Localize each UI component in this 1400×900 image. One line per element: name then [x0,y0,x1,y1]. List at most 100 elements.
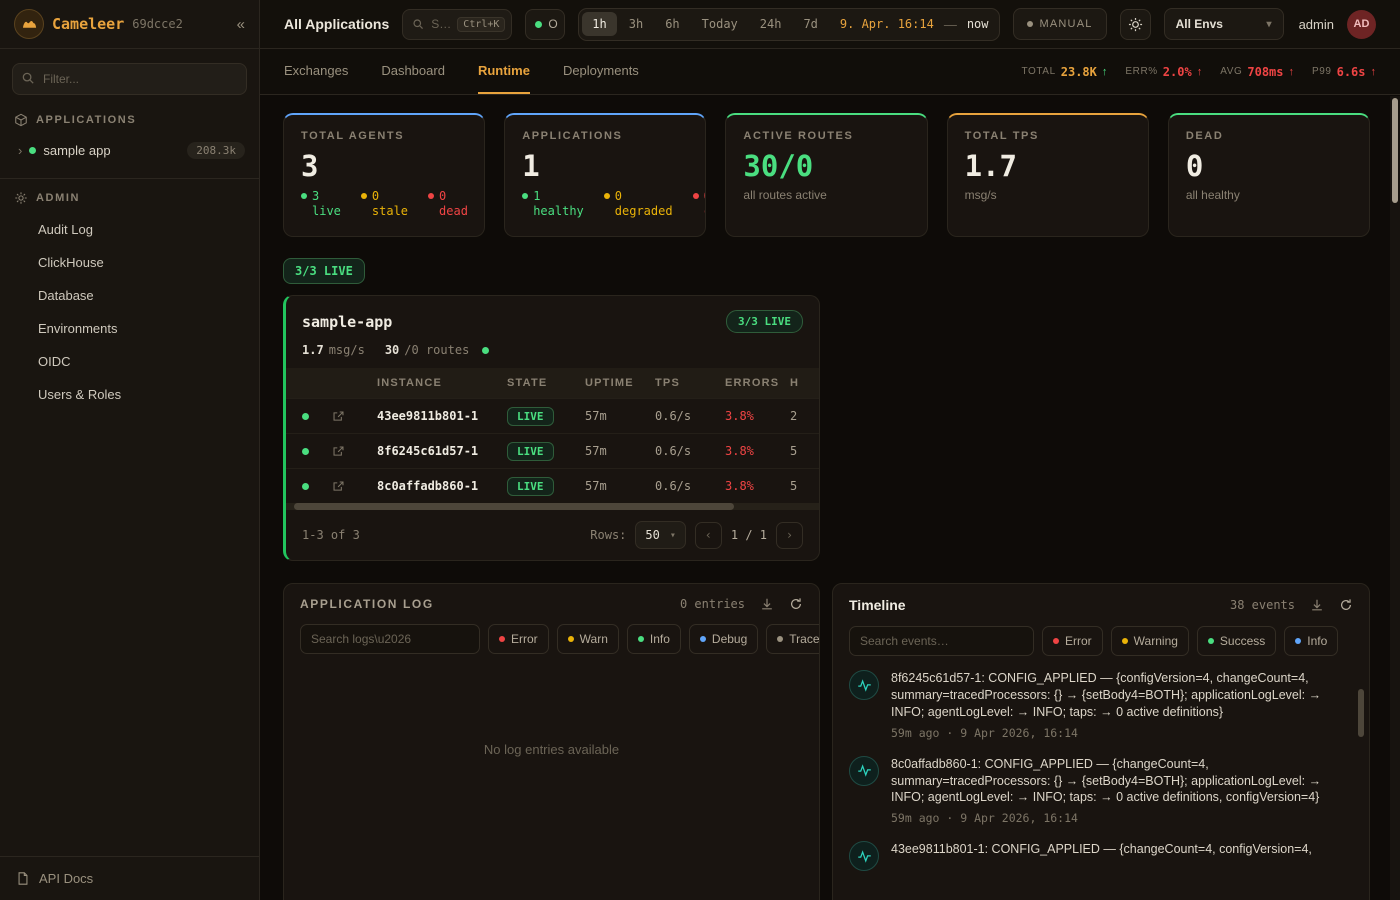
tab-deployments[interactable]: Deployments [563,49,639,94]
table-row[interactable]: 43ee9811b801-1 LIVE 57m 0.6/s 3.8% 2 [286,398,819,433]
breakdown-value: 0 [439,189,468,204]
app-card-header: sample-app 3/3 LIVE [286,296,819,343]
card-title: TOTAL AGENTS [301,130,467,142]
list-item[interactable]: 8f6245c61d57-1: CONFIG_APPLIED — {config… [849,670,1343,740]
page-scrollbar-thumb[interactable] [1392,98,1398,203]
range-button-today[interactable]: Today [692,12,748,36]
sidebar-item-environments[interactable]: Environments [0,312,259,345]
metric-total: TOTAL 23.8K ↑ [1021,65,1107,79]
download-button[interactable] [760,597,774,611]
list-item[interactable]: 8c0affadb860-1: CONFIG_APPLIED — {change… [849,756,1343,826]
yellow-dot-icon [361,193,367,199]
refresh-button[interactable] [1339,598,1353,612]
timeline-search-input[interactable] [849,626,1034,656]
breakdown-dead: 0dead [428,189,468,219]
chip-label: Info [1307,634,1327,648]
tab-exchanges[interactable]: Exchanges [284,49,348,94]
filter-chip-debug[interactable]: Debug [689,624,758,654]
online-dot-icon [535,21,542,28]
timeline-events-count: 38 events [1230,598,1295,612]
open-instance-link[interactable] [332,480,377,493]
sidebar-filter [12,63,247,95]
prev-page-button[interactable]: ‹ [695,522,722,549]
tab-runtime[interactable]: Runtime [478,49,530,94]
breakdown-healthy: 1healthy [522,189,584,219]
filter-chip-trace[interactable]: Trace [766,624,820,654]
breakdown-label: healthy [533,204,584,219]
range-button-7d[interactable]: 7d [793,12,827,36]
heap-cell: 5 [790,444,820,458]
filter-chip-error[interactable]: Error [1042,626,1103,656]
up-arrow-icon: ↑ [1289,66,1295,78]
sidebar-item-sample-app[interactable]: › sample app 208.3k [0,135,259,166]
open-instance-link[interactable] [332,410,377,423]
filter-chip-info[interactable]: Info [627,624,681,654]
rows-per-page-select[interactable]: 50 ▾ [635,521,685,549]
filter-chip-warn[interactable]: Warn [557,624,619,654]
card-subtitle: all routes active [743,188,909,202]
tps-cell: 0.6/s [655,444,725,458]
filter-chip-info[interactable]: Info [1284,626,1338,656]
api-docs-link[interactable]: API Docs [0,856,259,900]
filter-chip-error[interactable]: Error [488,624,549,654]
state-badge: LIVE [507,477,554,496]
applications-section-header: APPLICATIONS [0,101,259,135]
sidebar-item-clickhouse[interactable]: ClickHouse [0,246,259,279]
filter-chip-warning[interactable]: Warning [1111,626,1189,656]
range-button-24h[interactable]: 24h [750,12,792,36]
live-status-label: O [548,17,557,31]
app-card-substats: 1.7 msg/s 30 /0 routes [286,343,819,368]
chip-label: Warning [1134,634,1178,648]
log-filter-row: Error Warn Info Debug Trace [284,622,819,654]
global-search-button[interactable]: S… Ctrl+K [402,9,512,40]
sidebar-item-audit-log[interactable]: Audit Log [0,213,259,246]
open-instance-link[interactable] [332,445,377,458]
range-button-3h[interactable]: 3h [619,12,653,36]
table-row[interactable]: 8f6245c61d57-1 LIVE 57m 0.6/s 3.8% 5 [286,433,819,468]
chip-label: Debug [712,632,747,646]
live-status-toggle[interactable]: O [525,9,565,40]
row-range-label: 1-3 of 3 [302,528,360,542]
agents-breakdown: 3live 0stale 0dead [301,189,467,219]
timeline-scrollbar-thumb[interactable] [1358,689,1364,737]
log-search-input[interactable] [300,624,480,654]
errors-cell: 3.8% [725,479,790,493]
environment-select[interactable]: All Envs ▾ [1164,8,1284,40]
stat-card-applications: APPLICATIONS 1 1healthy 0degraded 0criti [504,113,706,237]
download-button[interactable] [1310,598,1324,612]
theme-toggle-button[interactable] [1120,9,1151,40]
event-text: 8c0affadb860-1: CONFIG_APPLIED — {change… [891,756,1343,807]
stat-card-active-routes: ACTIVE ROUTES 30/0 all routes active [725,113,927,237]
metric-avg: AVG 708ms ↑ [1220,65,1294,79]
next-page-button[interactable]: › [776,522,803,549]
sidebar-filter-input[interactable] [12,63,247,95]
refresh-button[interactable] [789,597,803,611]
horizontal-scrollbar-thumb[interactable] [294,503,734,510]
filter-chip-success[interactable]: Success [1197,626,1276,656]
red-dot-icon [1053,638,1059,644]
tab-dashboard[interactable]: Dashboard [381,49,445,94]
sidebar-item-database[interactable]: Database [0,279,259,312]
sidebar-item-users-roles[interactable]: Users & Roles [0,378,259,411]
instance-live-dot-icon [302,448,309,455]
timeline-filter-row: Error Warning Success Info [833,624,1369,656]
activity-icon [849,841,879,871]
table-row[interactable]: 8c0affadb860-1 LIVE 57m 0.6/s 3.8% 5 [286,468,819,503]
range-button-6h[interactable]: 6h [655,12,689,36]
list-item[interactable]: 43ee9811b801-1: CONFIG_APPLIED — {change… [849,841,1343,871]
sidebar-collapse-button[interactable]: « [237,16,245,33]
card-title: DEAD [1186,130,1352,142]
breakdown-degraded: 0degraded [604,189,673,219]
range-start-datetime[interactable]: 9. Apr. 16:14 [830,17,938,31]
range-end-now[interactable]: now [963,17,993,31]
timeline-panel: Timeline 38 events Error Warning Success… [832,583,1370,900]
chevron-down-icon: ▾ [670,530,676,541]
range-button-1h[interactable]: 1h [582,12,616,36]
sidebar-item-oidc[interactable]: OIDC [0,345,259,378]
manual-refresh-button[interactable]: MANUAL [1013,8,1107,40]
card-value: 30/0 [743,149,909,183]
metric-label: ERR% [1125,66,1157,77]
refresh-icon [789,597,803,611]
breakdown-label: criti [704,204,707,219]
avatar[interactable]: AD [1347,10,1376,39]
